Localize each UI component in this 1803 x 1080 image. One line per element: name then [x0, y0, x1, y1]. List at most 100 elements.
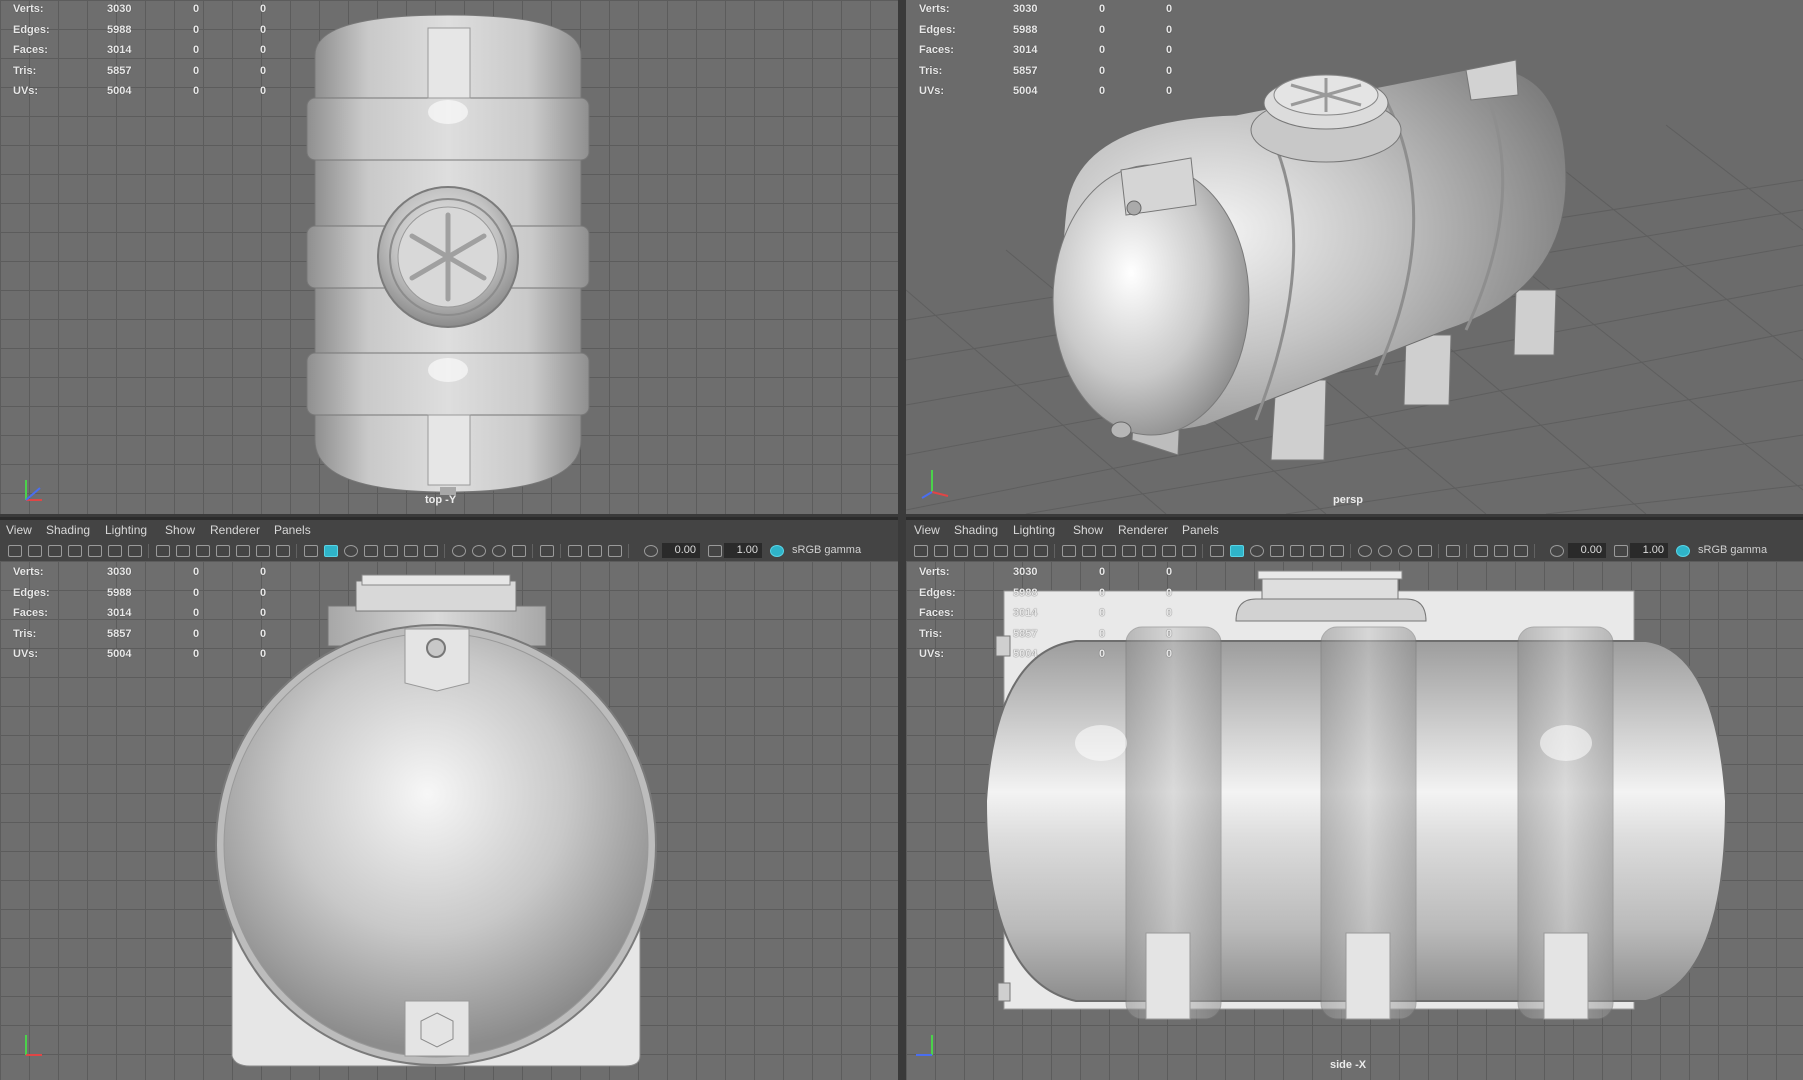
panel-divider[interactable]	[0, 514, 1803, 517]
menu-view[interactable]: View	[6, 523, 32, 537]
viewport-persp[interactable]: Verts: 3030 0 0 Edges: 5988 0 0 Faces: 3014 0 0 T…	[906, 0, 1803, 514]
stat-row-uvs: UVs: 5004 0 0	[0, 82, 300, 103]
menu-show[interactable]: Show	[1073, 523, 1103, 537]
default-material-icon[interactable]	[1250, 545, 1264, 557]
smooth-shade-icon[interactable]	[1230, 545, 1244, 557]
film-gate-icon[interactable]	[176, 545, 190, 557]
wireframe-icon[interactable]	[304, 545, 318, 557]
stat-row-edges: Edges: 5988 0 0	[906, 21, 1206, 42]
image-plane-icon[interactable]	[68, 545, 82, 557]
field-chart-icon[interactable]	[236, 545, 250, 557]
shadows-icon[interactable]	[1330, 545, 1344, 557]
motion-blur-icon[interactable]	[1378, 545, 1392, 557]
xray-icon[interactable]	[1474, 545, 1488, 557]
2d-pan-icon[interactable]	[1014, 545, 1028, 557]
menu-panels[interactable]: Panels	[274, 523, 311, 537]
gamma-field[interactable]: 1.00	[1630, 543, 1668, 558]
exposure-field[interactable]: 0.00	[1568, 543, 1606, 558]
menu-shading[interactable]: Shading	[954, 523, 998, 537]
menu-shading[interactable]: Shading	[46, 523, 90, 537]
menu-renderer[interactable]: Renderer	[210, 523, 260, 537]
camera-label: side -X	[1330, 1059, 1367, 1071]
ambient-occlusion-icon[interactable]	[452, 545, 466, 557]
gate-mask-icon[interactable]	[216, 545, 230, 557]
menu-view[interactable]: View	[914, 523, 940, 537]
bookmark-icon[interactable]	[48, 545, 62, 557]
resolution-gate-icon[interactable]	[1102, 545, 1116, 557]
camera-icon[interactable]	[8, 545, 22, 557]
xray-joints-icon[interactable]	[1494, 545, 1508, 557]
lights-icon[interactable]	[404, 545, 418, 557]
xray-components-icon[interactable]	[608, 545, 622, 557]
brush-icon[interactable]	[128, 545, 142, 557]
ambient-occlusion-icon[interactable]	[1358, 545, 1372, 557]
textured-icon[interactable]	[384, 545, 398, 557]
stat-value: 3030	[107, 3, 132, 15]
stat-value: 0	[193, 586, 200, 599]
color-management-icon[interactable]	[1676, 545, 1690, 557]
depth-of-field-icon[interactable]	[512, 545, 526, 557]
xray-joints-icon[interactable]	[588, 545, 602, 557]
isolate-select-icon[interactable]	[540, 545, 554, 557]
resolution-gate-icon[interactable]	[196, 545, 210, 557]
anti-aliasing-icon[interactable]	[492, 545, 506, 557]
gamma-field[interactable]: 1.00	[724, 543, 762, 558]
gamma-icon[interactable]	[708, 545, 722, 557]
viewport-front[interactable]: Verts: 3030 0 0 Edges: 5988 0 0 Faces: 3014 0 0 T…	[0, 561, 898, 1080]
stat-value: 0	[1099, 566, 1106, 578]
exposure-field[interactable]: 0.00	[662, 543, 700, 558]
safe-title-icon[interactable]	[276, 545, 290, 557]
viewport-side[interactable]: Verts: 3030 0 0 Edges: 5988 0 0 Faces: 3014 0 0 T…	[906, 561, 1803, 1080]
gamma-icon[interactable]	[1614, 545, 1628, 557]
camera-icon[interactable]	[914, 545, 928, 557]
grid-icon[interactable]	[156, 545, 170, 557]
smooth-shade-icon[interactable]	[324, 545, 338, 557]
depth-of-field-icon[interactable]	[1418, 545, 1432, 557]
field-chart-icon[interactable]	[1142, 545, 1156, 557]
safe-action-icon[interactable]	[1162, 545, 1176, 557]
stat-value: 3014	[107, 44, 132, 56]
safe-action-icon[interactable]	[256, 545, 270, 557]
view-transform-select[interactable]: sRGB gamma	[1698, 544, 1767, 556]
stat-row-edges: Edges: 5988 0 0	[906, 584, 1206, 605]
stat-value: 0	[260, 44, 267, 56]
xray-components-icon[interactable]	[1514, 545, 1528, 557]
camera-attrs-icon[interactable]	[28, 545, 42, 557]
lights-icon[interactable]	[1310, 545, 1324, 557]
shadows-icon[interactable]	[424, 545, 438, 557]
menu-lighting[interactable]: Lighting	[1013, 523, 1055, 537]
menu-renderer[interactable]: Renderer	[1118, 523, 1168, 537]
menu-lighting[interactable]: Lighting	[105, 523, 147, 537]
exposure-icon[interactable]	[644, 545, 658, 557]
motion-blur-icon[interactable]	[472, 545, 486, 557]
grid-icon[interactable]	[1062, 545, 1076, 557]
wireframe-on-shaded-icon[interactable]	[364, 545, 378, 557]
grease-pencil-icon[interactable]	[994, 545, 1008, 557]
stat-value: 3014	[1013, 607, 1038, 619]
brush-icon[interactable]	[1034, 545, 1048, 557]
panel-divider[interactable]	[898, 0, 906, 1080]
xray-icon[interactable]	[568, 545, 582, 557]
bookmark-icon[interactable]	[954, 545, 968, 557]
2d-pan-icon[interactable]	[108, 545, 122, 557]
menu-show[interactable]: Show	[165, 523, 195, 537]
viewport-top[interactable]: Verts: 3030 0 0 Edges: 5988 0 0 Faces: 3014 0 0 T…	[0, 0, 898, 514]
view-transform-select[interactable]: sRGB gamma	[792, 544, 861, 556]
textured-icon[interactable]	[1290, 545, 1304, 557]
color-management-icon[interactable]	[770, 545, 784, 557]
exposure-icon[interactable]	[1550, 545, 1564, 557]
stat-label: Edges:	[919, 586, 956, 599]
grease-pencil-icon[interactable]	[88, 545, 102, 557]
camera-attrs-icon[interactable]	[934, 545, 948, 557]
gate-mask-icon[interactable]	[1122, 545, 1136, 557]
isolate-select-icon[interactable]	[1446, 545, 1460, 557]
wireframe-icon[interactable]	[1210, 545, 1224, 557]
film-gate-icon[interactable]	[1082, 545, 1096, 557]
wireframe-on-shaded-icon[interactable]	[1270, 545, 1284, 557]
toolbar-separator	[296, 544, 297, 558]
image-plane-icon[interactable]	[974, 545, 988, 557]
default-material-icon[interactable]	[344, 545, 358, 557]
menu-panels[interactable]: Panels	[1182, 523, 1219, 537]
safe-title-icon[interactable]	[1182, 545, 1196, 557]
anti-aliasing-icon[interactable]	[1398, 545, 1412, 557]
